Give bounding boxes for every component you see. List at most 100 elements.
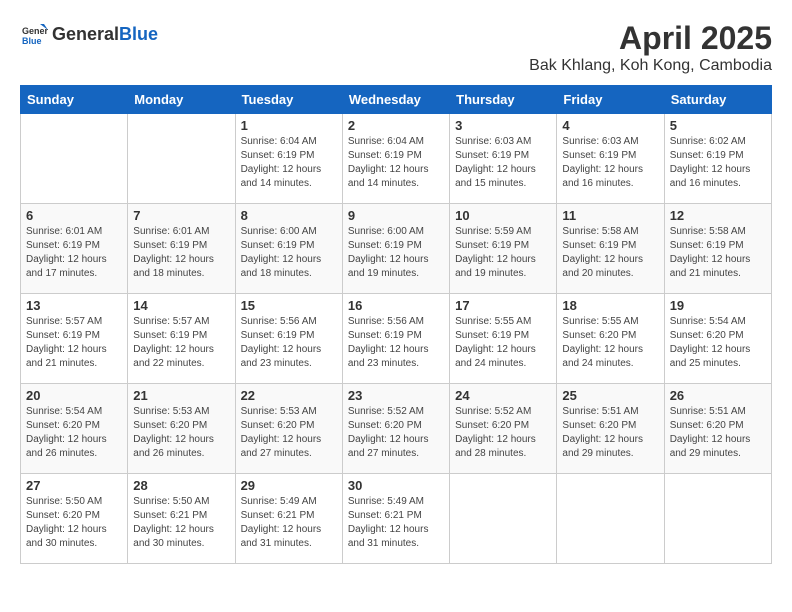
day-info: Sunrise: 6:03 AMSunset: 6:19 PMDaylight:… bbox=[455, 135, 551, 191]
day-number: 17 bbox=[455, 298, 551, 313]
day-cell: 13 Sunrise: 5:57 AMSunset: 6:19 PMDayligh… bbox=[21, 294, 128, 384]
calendar-table: SundayMondayTuesdayWednesdayThursdayFrid… bbox=[20, 85, 772, 564]
day-cell: 2Sunrise: 6:04 AMSunset: 6:19 PMDaylight… bbox=[342, 114, 449, 204]
day-cell: 1Sunrise: 6:04 AMSunset: 6:19 PMDaylight… bbox=[235, 114, 342, 204]
weekday-header-row: SundayMondayTuesdayWednesdayThursdayFrid… bbox=[21, 86, 772, 114]
calendar-body: 1Sunrise: 6:04 AMSunset: 6:19 PMDaylight… bbox=[21, 114, 772, 564]
day-number: 2 bbox=[348, 118, 444, 133]
svg-text:Blue: Blue bbox=[22, 36, 42, 46]
day-cell bbox=[664, 474, 771, 564]
day-info: Sunrise: 5:53 AMSunset: 6:20 PMDaylight:… bbox=[133, 405, 229, 461]
day-cell: 6Sunrise: 6:01 AMSunset: 6:19 PMDaylight… bbox=[21, 204, 128, 294]
day-info: Sunrise: 6:01 AMSunset: 6:19 PMDaylight:… bbox=[133, 225, 229, 281]
day-info: Sunrise: 6:02 AMSunset: 6:19 PMDaylight:… bbox=[670, 135, 766, 191]
day-number: 11 bbox=[562, 208, 658, 223]
day-cell: 9Sunrise: 6:00 AMSunset: 6:19 PMDaylight… bbox=[342, 204, 449, 294]
day-cell: 26 Sunrise: 5:51 AMSunset: 6:20 PMDayligh… bbox=[664, 384, 771, 474]
day-info: Sunrise: 5:52 AMSunset: 6:20 PMDaylight:… bbox=[455, 405, 551, 461]
title-block: April 2025 Bak Khlang, Koh Kong, Cambodi… bbox=[529, 20, 772, 75]
day-number: 5 bbox=[670, 118, 766, 133]
day-info: Sunrise: 5:52 AMSunset: 6:20 PMDaylight:… bbox=[348, 405, 444, 461]
day-number: 29 bbox=[241, 478, 337, 493]
day-cell: 7 Sunrise: 6:01 AMSunset: 6:19 PMDaylight… bbox=[128, 204, 235, 294]
day-number: 14 bbox=[133, 298, 229, 313]
day-cell: 14 Sunrise: 5:57 AMSunset: 6:19 PMDayligh… bbox=[128, 294, 235, 384]
day-info: Sunrise: 6:04 AMSunset: 6:19 PMDaylight:… bbox=[241, 135, 337, 191]
day-info: Sunrise: 5:50 AMSunset: 6:20 PMDaylight:… bbox=[26, 495, 122, 551]
day-info: Sunrise: 5:56 AMSunset: 6:19 PMDaylight:… bbox=[348, 315, 444, 371]
day-number: 10 bbox=[455, 208, 551, 223]
day-cell: 15Sunrise: 5:56 AMSunset: 6:19 PMDayligh… bbox=[235, 294, 342, 384]
day-info: Sunrise: 5:50 AMSunset: 6:21 PMDaylight:… bbox=[133, 495, 229, 551]
day-cell: 27 Sunrise: 5:50 AMSunset: 6:20 PMDayligh… bbox=[21, 474, 128, 564]
logo-blue-text: Blue bbox=[119, 24, 158, 45]
weekday-header-saturday: Saturday bbox=[664, 86, 771, 114]
day-number: 9 bbox=[348, 208, 444, 223]
week-row-3: 13 Sunrise: 5:57 AMSunset: 6:19 PMDayligh… bbox=[21, 294, 772, 384]
day-cell: 24 Sunrise: 5:52 AMSunset: 6:20 PMDayligh… bbox=[450, 384, 557, 474]
day-cell: 3 Sunrise: 6:03 AMSunset: 6:19 PMDaylight… bbox=[450, 114, 557, 204]
day-cell: 4Sunrise: 6:03 AMSunset: 6:19 PMDaylight… bbox=[557, 114, 664, 204]
day-info: Sunrise: 5:51 AMSunset: 6:20 PMDaylight:… bbox=[670, 405, 766, 461]
day-number: 15 bbox=[241, 298, 337, 313]
svg-text:General: General bbox=[22, 26, 48, 36]
day-number: 24 bbox=[455, 388, 551, 403]
week-row-5: 27 Sunrise: 5:50 AMSunset: 6:20 PMDayligh… bbox=[21, 474, 772, 564]
day-info: Sunrise: 5:54 AMSunset: 6:20 PMDaylight:… bbox=[26, 405, 122, 461]
month-year-title: April 2025 bbox=[529, 20, 772, 57]
day-info: Sunrise: 5:57 AMSunset: 6:19 PMDaylight:… bbox=[133, 315, 229, 371]
day-cell: 20Sunrise: 5:54 AMSunset: 6:20 PMDayligh… bbox=[21, 384, 128, 474]
day-cell: 30Sunrise: 5:49 AMSunset: 6:21 PMDayligh… bbox=[342, 474, 449, 564]
weekday-header-wednesday: Wednesday bbox=[342, 86, 449, 114]
day-cell: 28 Sunrise: 5:50 AMSunset: 6:21 PMDayligh… bbox=[128, 474, 235, 564]
day-cell: 16 Sunrise: 5:56 AMSunset: 6:19 PMDayligh… bbox=[342, 294, 449, 384]
day-number: 12 bbox=[670, 208, 766, 223]
day-cell: 18Sunrise: 5:55 AMSunset: 6:20 PMDayligh… bbox=[557, 294, 664, 384]
day-number: 21 bbox=[133, 388, 229, 403]
day-info: Sunrise: 5:57 AMSunset: 6:19 PMDaylight:… bbox=[26, 315, 122, 371]
location-subtitle: Bak Khlang, Koh Kong, Cambodia bbox=[529, 57, 772, 75]
day-cell: 29 Sunrise: 5:49 AMSunset: 6:21 PMDayligh… bbox=[235, 474, 342, 564]
day-number: 25 bbox=[562, 388, 658, 403]
day-info: Sunrise: 5:58 AMSunset: 6:19 PMDaylight:… bbox=[670, 225, 766, 281]
day-cell bbox=[557, 474, 664, 564]
day-info: Sunrise: 5:49 AMSunset: 6:21 PMDaylight:… bbox=[348, 495, 444, 551]
day-number: 27 bbox=[26, 478, 122, 493]
day-cell: 19 Sunrise: 5:54 AMSunset: 6:20 PMDayligh… bbox=[664, 294, 771, 384]
day-info: Sunrise: 5:49 AMSunset: 6:21 PMDaylight:… bbox=[241, 495, 337, 551]
logo-icon: General Blue bbox=[20, 20, 48, 48]
day-info: Sunrise: 5:58 AMSunset: 6:19 PMDaylight:… bbox=[562, 225, 658, 281]
day-number: 6 bbox=[26, 208, 122, 223]
day-cell: 23 Sunrise: 5:52 AMSunset: 6:20 PMDayligh… bbox=[342, 384, 449, 474]
day-cell: 11 Sunrise: 5:58 AMSunset: 6:19 PMDayligh… bbox=[557, 204, 664, 294]
day-info: Sunrise: 6:00 AMSunset: 6:19 PMDaylight:… bbox=[241, 225, 337, 281]
day-cell: 8Sunrise: 6:00 AMSunset: 6:19 PMDaylight… bbox=[235, 204, 342, 294]
week-row-1: 1Sunrise: 6:04 AMSunset: 6:19 PMDaylight… bbox=[21, 114, 772, 204]
day-cell bbox=[450, 474, 557, 564]
weekday-header-friday: Friday bbox=[557, 86, 664, 114]
day-cell: 17 Sunrise: 5:55 AMSunset: 6:19 PMDayligh… bbox=[450, 294, 557, 384]
weekday-header-tuesday: Tuesday bbox=[235, 86, 342, 114]
day-number: 3 bbox=[455, 118, 551, 133]
day-number: 26 bbox=[670, 388, 766, 403]
day-number: 28 bbox=[133, 478, 229, 493]
weekday-header-thursday: Thursday bbox=[450, 86, 557, 114]
day-info: Sunrise: 5:55 AMSunset: 6:19 PMDaylight:… bbox=[455, 315, 551, 371]
day-number: 13 bbox=[26, 298, 122, 313]
day-info: Sunrise: 5:59 AMSunset: 6:19 PMDaylight:… bbox=[455, 225, 551, 281]
day-number: 4 bbox=[562, 118, 658, 133]
day-number: 16 bbox=[348, 298, 444, 313]
day-number: 23 bbox=[348, 388, 444, 403]
day-cell: 25Sunrise: 5:51 AMSunset: 6:20 PMDayligh… bbox=[557, 384, 664, 474]
logo: General Blue GeneralBlue bbox=[20, 20, 158, 48]
day-number: 22 bbox=[241, 388, 337, 403]
day-number: 18 bbox=[562, 298, 658, 313]
day-number: 19 bbox=[670, 298, 766, 313]
weekday-header-monday: Monday bbox=[128, 86, 235, 114]
day-number: 7 bbox=[133, 208, 229, 223]
day-info: Sunrise: 5:53 AMSunset: 6:20 PMDaylight:… bbox=[241, 405, 337, 461]
day-cell: 5 Sunrise: 6:02 AMSunset: 6:19 PMDaylight… bbox=[664, 114, 771, 204]
day-cell bbox=[128, 114, 235, 204]
day-info: Sunrise: 5:54 AMSunset: 6:20 PMDaylight:… bbox=[670, 315, 766, 371]
week-row-4: 20Sunrise: 5:54 AMSunset: 6:20 PMDayligh… bbox=[21, 384, 772, 474]
